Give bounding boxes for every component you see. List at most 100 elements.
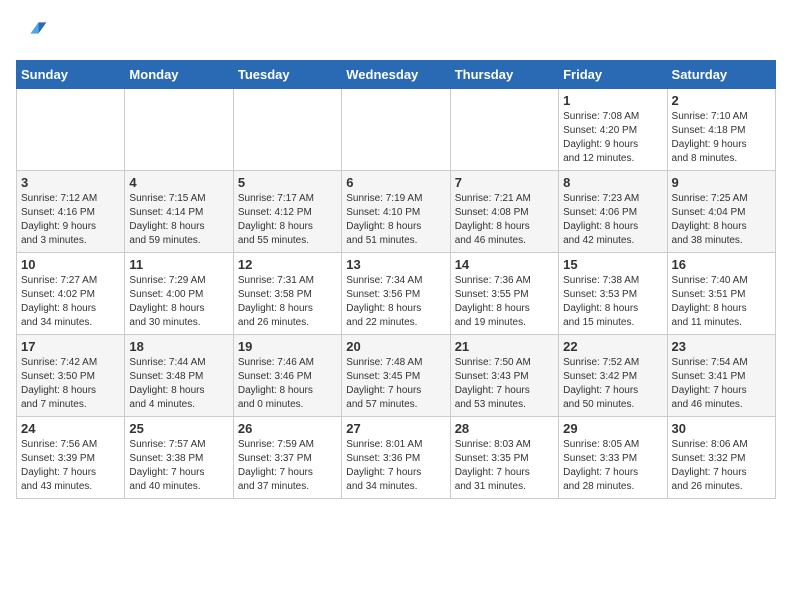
calendar-cell — [450, 89, 558, 171]
calendar-cell: 26Sunrise: 7:59 AM Sunset: 3:37 PM Dayli… — [233, 417, 341, 499]
calendar-cell: 29 Sunrise: 8:05 AM Sunset: 3:33 PM Dayli… — [559, 417, 667, 499]
day-info: Sunrise: 8:01 AM Sunset: 3:36 PM Dayligh… — [346, 438, 445, 494]
logo-icon — [16, 16, 48, 48]
day-number: 1 — [563, 93, 662, 108]
day-number: 16 — [672, 257, 771, 272]
day-info: Sunrise: 7:44 AM Sunset: 3:48 PM Dayligh… — [129, 356, 228, 412]
day-info: Sunrise: 7:52 AM Sunset: 3:42 PM Dayligh… — [563, 356, 662, 412]
calendar-cell: 15 Sunrise: 7:38 AM Sunset: 3:53 PM Dayli… — [559, 253, 667, 335]
week-row-4: 17 Sunrise: 7:42 AM Sunset: 3:50 PM Dayli… — [17, 335, 776, 417]
calendar-cell — [17, 89, 125, 171]
day-info: Sunrise: 7:56 AM Sunset: 3:39 PM Dayligh… — [21, 438, 120, 494]
day-number: 19 — [238, 339, 337, 354]
day-info: Sunrise: 7:15 AM Sunset: 4:14 PM Dayligh… — [129, 192, 228, 248]
calendar-cell: 8 Sunrise: 7:23 AM Sunset: 4:06 PM Daylig… — [559, 171, 667, 253]
week-row-1: 1 Sunrise: 7:08 AM Sunset: 4:20 PM Daylig… — [17, 89, 776, 171]
day-number: 3 — [21, 175, 120, 190]
day-info: Sunrise: 7:57 AM Sunset: 3:38 PM Dayligh… — [129, 438, 228, 494]
weekday-header-tuesday: Tuesday — [233, 61, 341, 89]
day-info: Sunrise: 7:12 AM Sunset: 4:16 PM Dayligh… — [21, 192, 120, 248]
calendar-cell: 1 Sunrise: 7:08 AM Sunset: 4:20 PM Daylig… — [559, 89, 667, 171]
day-info: Sunrise: 7:48 AM Sunset: 3:45 PM Dayligh… — [346, 356, 445, 412]
calendar-cell: 18 Sunrise: 7:44 AM Sunset: 3:48 PM Dayli… — [125, 335, 233, 417]
day-info: Sunrise: 7:40 AM Sunset: 3:51 PM Dayligh… — [672, 274, 771, 330]
day-number: 15 — [563, 257, 662, 272]
day-info: Sunrise: 7:08 AM Sunset: 4:20 PM Dayligh… — [563, 110, 662, 166]
day-info: Sunrise: 8:06 AM Sunset: 3:32 PM Dayligh… — [672, 438, 771, 494]
calendar-cell: 13 Sunrise: 7:34 AM Sunset: 3:56 PM Dayli… — [342, 253, 450, 335]
day-info: Sunrise: 7:59 AM Sunset: 3:37 PM Dayligh… — [238, 438, 337, 494]
calendar-cell: 12Sunrise: 7:31 AM Sunset: 3:58 PM Dayli… — [233, 253, 341, 335]
calendar-cell: 24 Sunrise: 7:56 AM Sunset: 3:39 PM Dayli… — [17, 417, 125, 499]
day-number: 24 — [21, 421, 120, 436]
page-header — [16, 16, 776, 48]
day-info: Sunrise: 7:54 AM Sunset: 3:41 PM Dayligh… — [672, 356, 771, 412]
calendar-cell — [125, 89, 233, 171]
day-number: 28 — [455, 421, 554, 436]
day-info: Sunrise: 8:05 AM Sunset: 3:33 PM Dayligh… — [563, 438, 662, 494]
calendar-cell: 19 Sunrise: 7:46 AM Sunset: 3:46 PM Dayli… — [233, 335, 341, 417]
week-row-5: 24 Sunrise: 7:56 AM Sunset: 3:39 PM Dayli… — [17, 417, 776, 499]
weekday-header-wednesday: Wednesday — [342, 61, 450, 89]
day-info: Sunrise: 7:21 AM Sunset: 4:08 PM Dayligh… — [455, 192, 554, 248]
calendar-cell: 21Sunrise: 7:50 AM Sunset: 3:43 PM Dayli… — [450, 335, 558, 417]
day-info: Sunrise: 8:03 AM Sunset: 3:35 PM Dayligh… — [455, 438, 554, 494]
calendar-cell: 3 Sunrise: 7:12 AM Sunset: 4:16 PM Daylig… — [17, 171, 125, 253]
calendar-cell: 6 Sunrise: 7:19 AM Sunset: 4:10 PM Daylig… — [342, 171, 450, 253]
calendar-cell: 10Sunrise: 7:27 AM Sunset: 4:02 PM Dayli… — [17, 253, 125, 335]
calendar-cell: 5 Sunrise: 7:17 AM Sunset: 4:12 PM Daylig… — [233, 171, 341, 253]
weekday-header-row: SundayMondayTuesdayWednesdayThursdayFrid… — [17, 61, 776, 89]
day-number: 25 — [129, 421, 228, 436]
day-info: Sunrise: 7:38 AM Sunset: 3:53 PM Dayligh… — [563, 274, 662, 330]
calendar-cell: 9Sunrise: 7:25 AM Sunset: 4:04 PM Daylig… — [667, 171, 775, 253]
day-info: Sunrise: 7:36 AM Sunset: 3:55 PM Dayligh… — [455, 274, 554, 330]
calendar-cell: 4 Sunrise: 7:15 AM Sunset: 4:14 PM Daylig… — [125, 171, 233, 253]
day-number: 11 — [129, 257, 228, 272]
day-number: 18 — [129, 339, 228, 354]
week-row-3: 10Sunrise: 7:27 AM Sunset: 4:02 PM Dayli… — [17, 253, 776, 335]
day-number: 29 — [563, 421, 662, 436]
calendar-cell: 11Sunrise: 7:29 AM Sunset: 4:00 PM Dayli… — [125, 253, 233, 335]
day-info: Sunrise: 7:46 AM Sunset: 3:46 PM Dayligh… — [238, 356, 337, 412]
calendar-cell: 25 Sunrise: 7:57 AM Sunset: 3:38 PM Dayli… — [125, 417, 233, 499]
weekday-header-monday: Monday — [125, 61, 233, 89]
day-number: 6 — [346, 175, 445, 190]
calendar-cell — [233, 89, 341, 171]
day-info: Sunrise: 7:34 AM Sunset: 3:56 PM Dayligh… — [346, 274, 445, 330]
day-number: 13 — [346, 257, 445, 272]
day-number: 7 — [455, 175, 554, 190]
calendar-cell: 17 Sunrise: 7:42 AM Sunset: 3:50 PM Dayli… — [17, 335, 125, 417]
day-number: 8 — [563, 175, 662, 190]
day-number: 21 — [455, 339, 554, 354]
calendar-cell: 23 Sunrise: 7:54 AM Sunset: 3:41 PM Dayli… — [667, 335, 775, 417]
logo — [16, 16, 52, 48]
day-number: 30 — [672, 421, 771, 436]
calendar-cell: 2 Sunrise: 7:10 AM Sunset: 4:18 PM Daylig… — [667, 89, 775, 171]
week-row-2: 3 Sunrise: 7:12 AM Sunset: 4:16 PM Daylig… — [17, 171, 776, 253]
day-number: 4 — [129, 175, 228, 190]
calendar-table: SundayMondayTuesdayWednesdayThursdayFrid… — [16, 60, 776, 499]
day-info: Sunrise: 7:17 AM Sunset: 4:12 PM Dayligh… — [238, 192, 337, 248]
day-number: 14 — [455, 257, 554, 272]
day-number: 20 — [346, 339, 445, 354]
day-number: 23 — [672, 339, 771, 354]
day-info: Sunrise: 7:19 AM Sunset: 4:10 PM Dayligh… — [346, 192, 445, 248]
day-info: Sunrise: 7:23 AM Sunset: 4:06 PM Dayligh… — [563, 192, 662, 248]
day-number: 17 — [21, 339, 120, 354]
calendar-cell: 22 Sunrise: 7:52 AM Sunset: 3:42 PM Dayli… — [559, 335, 667, 417]
calendar-cell: 7 Sunrise: 7:21 AM Sunset: 4:08 PM Daylig… — [450, 171, 558, 253]
day-number: 22 — [563, 339, 662, 354]
calendar-cell: 20 Sunrise: 7:48 AM Sunset: 3:45 PM Dayli… — [342, 335, 450, 417]
day-info: Sunrise: 7:10 AM Sunset: 4:18 PM Dayligh… — [672, 110, 771, 166]
calendar-cell: 14 Sunrise: 7:36 AM Sunset: 3:55 PM Dayli… — [450, 253, 558, 335]
calendar-cell: 16 Sunrise: 7:40 AM Sunset: 3:51 PM Dayli… — [667, 253, 775, 335]
day-info: Sunrise: 7:27 AM Sunset: 4:02 PM Dayligh… — [21, 274, 120, 330]
day-info: Sunrise: 7:42 AM Sunset: 3:50 PM Dayligh… — [21, 356, 120, 412]
calendar-cell: 28 Sunrise: 8:03 AM Sunset: 3:35 PM Dayli… — [450, 417, 558, 499]
weekday-header-saturday: Saturday — [667, 61, 775, 89]
day-number: 9 — [672, 175, 771, 190]
day-number: 5 — [238, 175, 337, 190]
calendar-cell: 27 Sunrise: 8:01 AM Sunset: 3:36 PM Dayli… — [342, 417, 450, 499]
day-number: 2 — [672, 93, 771, 108]
day-number: 27 — [346, 421, 445, 436]
